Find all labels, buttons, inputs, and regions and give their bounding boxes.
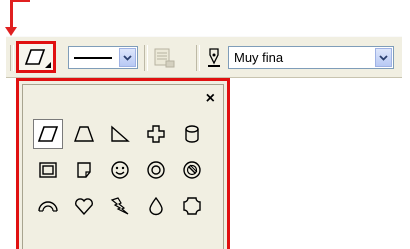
fill-icon[interactable]: [152, 47, 176, 69]
pen-nib-icon: [208, 48, 220, 67]
shapes-panel-body: ×: [22, 84, 224, 249]
shape-heart-button[interactable]: [69, 191, 99, 221]
arc-icon: [38, 201, 58, 212]
shape-right-triangle-button[interactable]: [105, 119, 135, 149]
basic-shapes-panel: ×: [16, 78, 230, 249]
shape-parallelogram-button[interactable]: [33, 119, 63, 149]
toolbar-separator: [144, 45, 148, 71]
trapezoid-icon: [74, 126, 94, 142]
cylinder-icon: [185, 125, 199, 143]
dropdown-indicator-icon: [45, 62, 51, 68]
chevron-down-icon: [379, 54, 388, 61]
shape-smiley-button[interactable]: [105, 155, 135, 185]
toolbar-separator-2: [196, 45, 200, 71]
chevron-down-icon: [123, 54, 132, 61]
shape-plaque-button[interactable]: [177, 191, 207, 221]
shape-donut-button[interactable]: [141, 155, 171, 185]
heart-icon: [75, 198, 93, 216]
line-width-value: Muy fina: [234, 50, 284, 65]
shape-drop-button[interactable]: [141, 191, 171, 221]
line-width-dropdown-button[interactable]: [375, 48, 392, 67]
plaque-icon: [183, 197, 201, 215]
shapes-grid: [33, 119, 219, 227]
parallelogram-icon: [24, 49, 46, 65]
basic-shapes-button[interactable]: [16, 41, 56, 73]
frame-icon: [39, 162, 57, 178]
no-symbol-icon: [183, 161, 201, 179]
line-width-combo[interactable]: Muy fina: [228, 46, 394, 69]
toolbar-grip[interactable]: [10, 45, 14, 71]
annotation-arrow-tail: [10, 0, 30, 2]
line-style-combo[interactable]: [68, 46, 138, 69]
lightning-icon: [110, 197, 129, 215]
toolbar: Muy fina: [6, 36, 402, 78]
line-style-dropdown-button[interactable]: [119, 48, 136, 67]
shape-no-symbol-button[interactable]: [177, 155, 207, 185]
shape-folded-corner-button[interactable]: [69, 155, 99, 185]
solid-line-icon: [74, 57, 112, 59]
drop-icon: [149, 196, 163, 216]
right-triangle-icon: [111, 125, 130, 142]
annotation-arrow-head: [5, 27, 17, 36]
shape-lightning-button[interactable]: [105, 191, 135, 221]
cross-icon: [147, 125, 165, 143]
close-icon[interactable]: ×: [206, 91, 215, 107]
shape-cylinder-button[interactable]: [177, 119, 207, 149]
smiley-icon: [111, 161, 129, 179]
shape-cross-button[interactable]: [141, 119, 171, 149]
shape-frame-button[interactable]: [33, 155, 63, 185]
donut-icon: [147, 161, 165, 179]
annotation-arrow: [10, 0, 13, 28]
folded-corner-icon: [77, 162, 91, 178]
shape-arc-button[interactable]: [33, 191, 63, 221]
shape-trapezoid-button[interactable]: [69, 119, 99, 149]
parallelogram-icon: [37, 126, 59, 142]
